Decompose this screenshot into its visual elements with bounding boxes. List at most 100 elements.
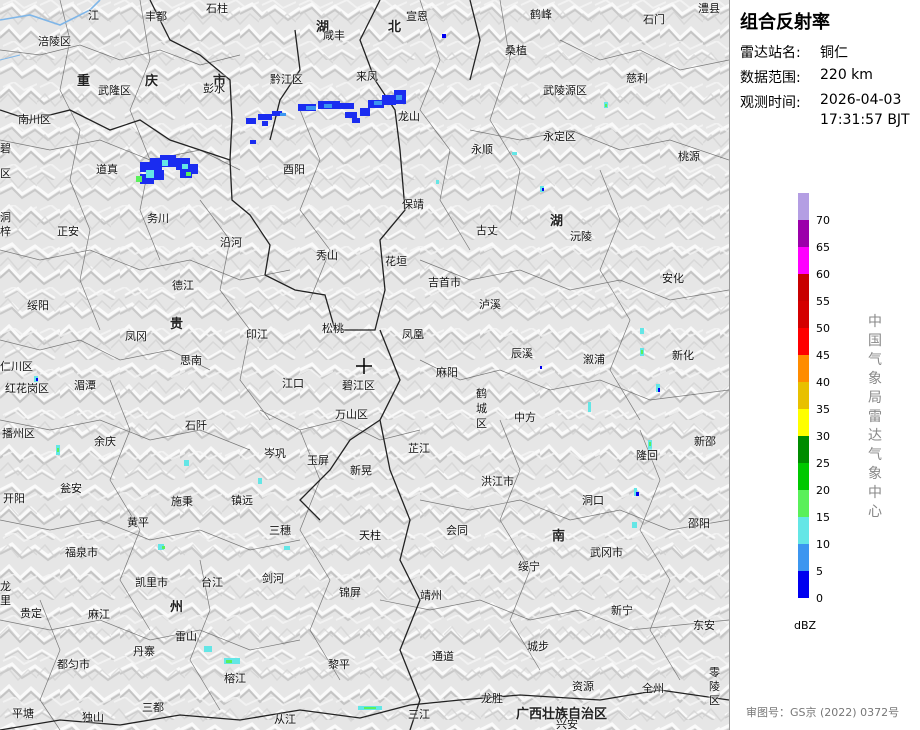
place-label: 芷江 (408, 442, 430, 455)
place-label: 施秉 (171, 495, 193, 508)
time-label: 观测时间: (740, 95, 801, 111)
place-label: 红花岗区 (5, 382, 49, 395)
place-label: 江口 (282, 377, 304, 390)
place-label: 江 (88, 9, 99, 22)
legend-swatch (798, 274, 809, 301)
station-row: 雷达站名: 铜仁 (740, 42, 848, 62)
place-label: 凤凰 (402, 328, 424, 341)
place-label: 绥阳 (27, 299, 49, 312)
place-label: 天柱 (359, 529, 381, 542)
place-label: 瓮安 (60, 482, 82, 495)
province-label: 南 (552, 529, 566, 544)
place-label: 鹤 (476, 387, 487, 400)
place-label: 南川区 (18, 113, 51, 126)
place-label: 都匀市 (57, 658, 90, 671)
place-label: 黔江区 (270, 73, 303, 86)
legend-swatch (798, 220, 809, 247)
legend-tick-label: 20 (816, 484, 830, 497)
color-legend-bar (798, 193, 809, 598)
radar-map[interactable]: 重庆市湖北湖南贵州广西壮族自治区 丰都 石柱 咸丰 宣恩 鹤峰 石门 澧县 涪陵区 桑植 彭水 黔江… (0, 0, 730, 730)
place-label: 泸溪 (479, 298, 501, 311)
place-label: 中方 (514, 411, 536, 424)
legend-swatch (798, 517, 809, 544)
place-label: 靖州 (420, 589, 442, 602)
place-label: 梓 (0, 225, 11, 238)
place-label: 桃源 (678, 150, 700, 163)
legend-tick-label: 45 (816, 349, 830, 362)
place-label: 咸丰 (323, 29, 345, 42)
place-label: 全州 (642, 682, 664, 695)
legend-tick-label: 5 (816, 565, 823, 578)
province-label: 庆 (145, 74, 159, 89)
place-label: 资源 (572, 680, 594, 693)
place-label: 花垣 (385, 255, 407, 268)
time-clock: 17:31:57 BJT (820, 112, 910, 128)
place-label: 城步 (527, 640, 549, 653)
province-label: 北 (388, 20, 402, 35)
place-label: 新化 (672, 349, 694, 362)
place-label: 龙山 (398, 110, 420, 123)
place-label: 慈利 (626, 72, 648, 85)
place-label: 开阳 (3, 492, 25, 505)
range-value: 220 km (820, 67, 873, 83)
place-label: 贵定 (20, 607, 42, 620)
place-label: 独山 (82, 711, 104, 724)
time-row: 观测时间: 2026-04-03 (740, 92, 901, 112)
place-label: 沅陵 (570, 230, 592, 243)
legend-tick-label: 50 (816, 322, 830, 335)
place-label: 麻阳 (436, 366, 458, 379)
range-row: 数据范围: 220 km (740, 67, 873, 87)
place-label: 鹤峰 (530, 8, 552, 21)
place-label: 黎平 (328, 658, 350, 671)
place-label: 台江 (201, 576, 223, 589)
place-label: 播州区 (2, 427, 35, 440)
province-label: 湖 (550, 214, 564, 229)
place-label: 保靖 (402, 198, 424, 211)
place-label: 正安 (57, 225, 79, 238)
product-title: 组合反射率 (740, 12, 830, 33)
legend-tick-label: 30 (816, 430, 830, 443)
place-label: 榕江 (224, 672, 246, 685)
place-label: 镇远 (231, 494, 253, 507)
legend-swatch (798, 490, 809, 517)
time-date: 2026-04-03 (820, 92, 902, 108)
place-label: 东安 (693, 619, 715, 632)
place-label: 岑巩 (264, 447, 286, 460)
place-label: 安化 (662, 272, 684, 285)
place-label: 平塘 (12, 707, 34, 720)
place-label: 石门 (643, 13, 665, 26)
place-label: 印江 (246, 328, 268, 341)
province-label: 贵 (170, 317, 184, 332)
province-label: 州 (170, 600, 184, 615)
legend-swatch (798, 247, 809, 274)
place-label: 永定区 (543, 130, 576, 143)
legend-tick-label: 10 (816, 538, 830, 551)
place-label: 三江 (408, 708, 430, 721)
legend-tick-label: 15 (816, 511, 830, 524)
legend-swatch (798, 571, 809, 598)
place-label: 道真 (96, 163, 118, 176)
place-label: 区 (709, 694, 720, 707)
place-label: 永顺 (471, 143, 493, 156)
legend-swatch (798, 328, 809, 355)
place-label: 仁川区 (0, 360, 33, 373)
place-label: 彭水 (203, 82, 225, 95)
place-label: 黄平 (127, 516, 149, 529)
place-label: 石阡 (185, 419, 207, 432)
place-label: 沿河 (220, 236, 242, 249)
place-label: 万山区 (335, 408, 368, 421)
place-label: 龙胜 (481, 692, 503, 705)
place-label: 三都 (142, 701, 164, 714)
legend-swatch (798, 355, 809, 382)
place-label: 玉屏 (307, 454, 329, 467)
legend-tick-label: 35 (816, 403, 830, 416)
place-label: 酉阳 (283, 163, 305, 176)
place-label: 福泉市 (65, 546, 98, 559)
place-label: 三穗 (269, 524, 291, 537)
place-label: 秀山 (316, 249, 338, 262)
place-label: 邵阳 (688, 517, 710, 530)
place-label: 城 (476, 402, 487, 415)
place-label: 余庆 (94, 435, 116, 448)
place-label: 德江 (172, 279, 194, 292)
legend-tick-label: 70 (816, 214, 830, 227)
